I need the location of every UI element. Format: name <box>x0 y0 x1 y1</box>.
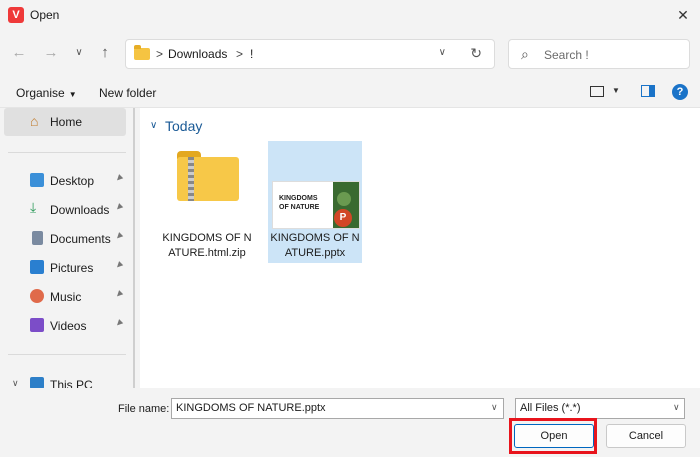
navigation-bar: ← → ∨ ↑ > Downloads > ! ∨ ↻ ⌕ Search ! <box>0 30 700 76</box>
file-name-field[interactable]: KINGDOMS OF NATURE.pptx <box>171 398 504 419</box>
refresh-icon[interactable]: ↻ <box>470 45 482 62</box>
sidebar-item-music[interactable]: Music ▼ <box>8 284 126 310</box>
sidebar-item-documents[interactable]: Documents ▼ <box>8 226 126 252</box>
pin-icon[interactable]: ▼ <box>112 316 127 331</box>
pin-icon[interactable]: ▼ <box>112 258 127 273</box>
forward-button[interactable]: → <box>40 42 62 64</box>
pictures-icon <box>30 260 44 274</box>
title-bar: V Open ✕ <box>0 0 700 30</box>
chevron-down-icon[interactable]: ∨ <box>491 402 498 413</box>
close-button[interactable]: ✕ <box>672 4 694 26</box>
computer-icon <box>30 377 44 388</box>
chevron-down-icon[interactable]: ∨ <box>12 378 19 388</box>
address-dropdown-button[interactable]: ∨ <box>439 47 446 58</box>
search-icon: ⌕ <box>521 46 529 62</box>
download-icon: ⤓ <box>30 199 37 215</box>
sidebar-item-label: This PC <box>50 378 93 388</box>
chevron-down-icon[interactable]: ∨ <box>673 402 680 413</box>
new-folder-button[interactable]: New folder <box>99 86 156 100</box>
music-icon <box>30 289 44 303</box>
sidebar-divider <box>8 354 126 355</box>
sidebar-item-label: Music <box>50 290 82 304</box>
sidebar-item-label: Desktop <box>50 174 95 188</box>
organise-menu-button[interactable]: Organise ▼ <box>16 86 77 100</box>
sidebar-item-label: Videos <box>50 319 87 333</box>
file-name: KINGDOMS OF NATURE.pptx <box>270 232 360 259</box>
navigation-pane: ⌂ Home Desktop ▼ ⤓ Downloads ▼ Documents… <box>0 108 135 388</box>
view-options-dropdown[interactable]: ▼ <box>612 86 620 95</box>
highlight-box <box>509 418 597 454</box>
pin-icon[interactable]: ▼ <box>112 171 127 186</box>
sidebar-item-videos[interactable]: Videos ▼ <box>8 313 126 339</box>
file-type-select[interactable]: All Files (*.*) <box>515 398 685 419</box>
preview-pane-icon[interactable] <box>641 85 655 97</box>
up-button[interactable]: ↑ <box>94 42 116 64</box>
back-button[interactable]: ← <box>8 42 30 64</box>
command-bar: Organise ▼ New folder ▼ ? <box>0 76 700 108</box>
sidebar-item-desktop[interactable]: Desktop ▼ <box>8 168 126 194</box>
search-placeholder: Search ! <box>544 48 589 62</box>
home-icon: ⌂ <box>30 113 39 129</box>
cancel-button[interactable]: Cancel <box>606 424 686 448</box>
organise-label: Organise <box>16 86 65 100</box>
chevron-down-icon: ▼ <box>68 90 77 99</box>
chevron-down-icon[interactable]: ∨ <box>150 120 157 131</box>
file-name: KINGDOMS OF NATURE.html.zip <box>162 232 252 259</box>
sidebar-scrollbar[interactable] <box>133 108 135 388</box>
sidebar-item-label: Documents <box>50 232 111 246</box>
address-bar[interactable]: > Downloads > ! ∨ ↻ <box>125 39 495 69</box>
desktop-icon <box>30 173 44 187</box>
view-mode-icon[interactable] <box>590 86 604 97</box>
sidebar-item-home[interactable]: ⌂ Home <box>4 108 126 136</box>
videos-icon <box>30 318 44 332</box>
group-header-today[interactable]: Today <box>165 118 202 134</box>
breadcrumb-separator: > <box>156 47 164 61</box>
file-name-label: File name: <box>118 403 170 415</box>
folder-icon <box>134 45 150 60</box>
sidebar-item-label: Downloads <box>50 203 110 217</box>
powerpoint-icon: P <box>334 209 352 227</box>
vivaldi-logo-icon: V <box>8 7 24 23</box>
file-list: ∨ Today KINGDOMS OF NATURE.html.zip KING… <box>140 108 700 388</box>
pin-icon[interactable]: ▼ <box>112 287 127 302</box>
search-input[interactable]: ⌕ Search ! <box>508 39 690 69</box>
thumbnail-title: KINGDOMS OF NATURE <box>279 195 320 211</box>
dialog-title: Open <box>30 8 60 22</box>
pin-icon[interactable]: ▼ <box>112 229 127 244</box>
sidebar-item-downloads[interactable]: ⤓ Downloads ▼ <box>8 197 126 223</box>
sidebar-item-this-pc[interactable]: ∨ This PC <box>8 372 126 388</box>
file-item-zip[interactable]: KINGDOMS OF NATURE.html.zip <box>160 141 254 263</box>
breadcrumb-separator: > <box>236 47 244 61</box>
recent-locations-button[interactable]: ∨ <box>68 42 90 64</box>
breadcrumb-current[interactable]: ! <box>250 47 253 61</box>
document-icon <box>32 231 43 245</box>
sidebar-item-pictures[interactable]: Pictures ▼ <box>8 255 126 281</box>
sidebar-item-label: Pictures <box>50 261 94 275</box>
file-item-pptx[interactable]: KINGDOMS OF NATURE P KINGDOMS OF NATURE.p… <box>268 141 362 263</box>
breadcrumb-downloads[interactable]: Downloads <box>168 47 227 61</box>
sidebar-item-label: Home <box>50 115 83 129</box>
pin-icon[interactable]: ▼ <box>112 200 127 215</box>
zip-folder-icon <box>177 151 239 201</box>
help-icon[interactable]: ? <box>672 84 688 100</box>
sidebar-divider <box>8 152 126 153</box>
